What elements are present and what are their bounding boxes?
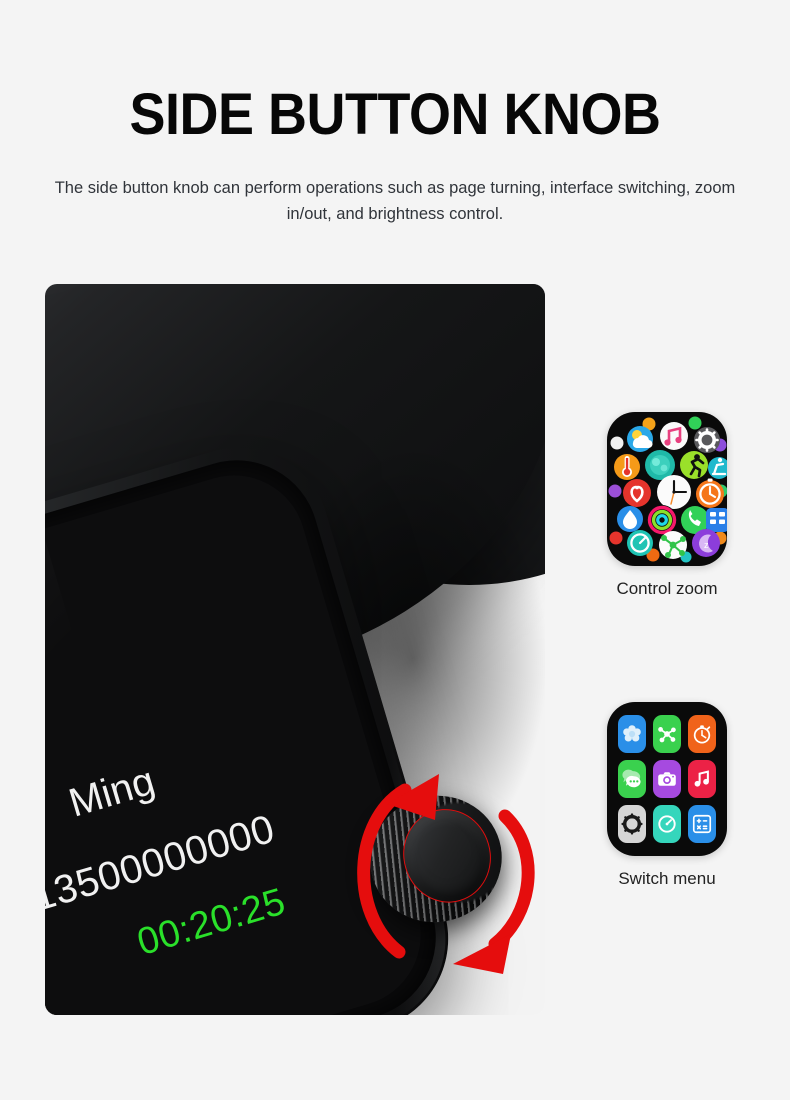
stopwatch-icon[interactable] bbox=[688, 715, 716, 753]
clock-icon bbox=[657, 475, 691, 509]
messages-icon[interactable] bbox=[618, 760, 646, 798]
calculator-icon bbox=[706, 508, 727, 532]
edge-icon-b bbox=[688, 416, 702, 430]
speedometer-icon bbox=[627, 530, 653, 556]
calculator-icon[interactable] bbox=[688, 805, 716, 843]
watch-mini-screen-menu bbox=[607, 702, 727, 856]
water-drop-icon bbox=[617, 506, 643, 532]
svg-text:z: z bbox=[704, 540, 709, 550]
mockup-switch-menu: Switch menu bbox=[567, 702, 767, 889]
molecule-icon bbox=[659, 531, 687, 559]
product-photo: 10:38 Ming +13500000000 00:20:25 bbox=[45, 284, 545, 1015]
activity-rings-icon bbox=[647, 505, 677, 535]
treadmill-icon bbox=[708, 457, 727, 479]
mockup-caption-switch-menu: Switch menu bbox=[618, 869, 716, 888]
weather-icon bbox=[627, 426, 653, 452]
camera-icon[interactable] bbox=[653, 760, 681, 798]
page-title: SIDE BUTTON KNOB bbox=[129, 82, 661, 147]
photos-icon[interactable] bbox=[618, 715, 646, 753]
settings-gear-icon[interactable] bbox=[618, 805, 646, 843]
molecule-icon[interactable] bbox=[653, 715, 681, 753]
music-icon bbox=[660, 422, 688, 450]
header: SIDE BUTTON KNOB The side button knob ca… bbox=[0, 0, 790, 227]
thermometer-icon bbox=[614, 454, 640, 480]
watch-mini-screen-zoom: z bbox=[607, 412, 727, 566]
music-icon[interactable] bbox=[688, 760, 716, 798]
speedometer-icon[interactable] bbox=[653, 805, 681, 843]
sleep-moon-icon: z bbox=[692, 529, 720, 557]
app-grid bbox=[607, 702, 727, 856]
edge-icon-g bbox=[609, 531, 623, 545]
page-subtitle: The side button knob can perform operati… bbox=[54, 179, 736, 223]
edge-icon-c bbox=[610, 436, 624, 450]
honeycomb-app-grid: z bbox=[608, 416, 727, 563]
mockup-caption-control-zoom: Control zoom bbox=[616, 579, 718, 598]
edge-icon-e bbox=[608, 484, 622, 498]
mockup-control-zoom: z Control zoom bbox=[567, 412, 767, 599]
running-icon bbox=[680, 451, 708, 479]
heart-rate-icon bbox=[623, 479, 651, 507]
watch-screen-caller-name: Ming bbox=[64, 758, 160, 826]
stopwatch-icon bbox=[696, 478, 724, 508]
settings-gear-icon bbox=[694, 427, 720, 453]
watch-screen-call-duration: 00:20:25 bbox=[132, 880, 291, 964]
